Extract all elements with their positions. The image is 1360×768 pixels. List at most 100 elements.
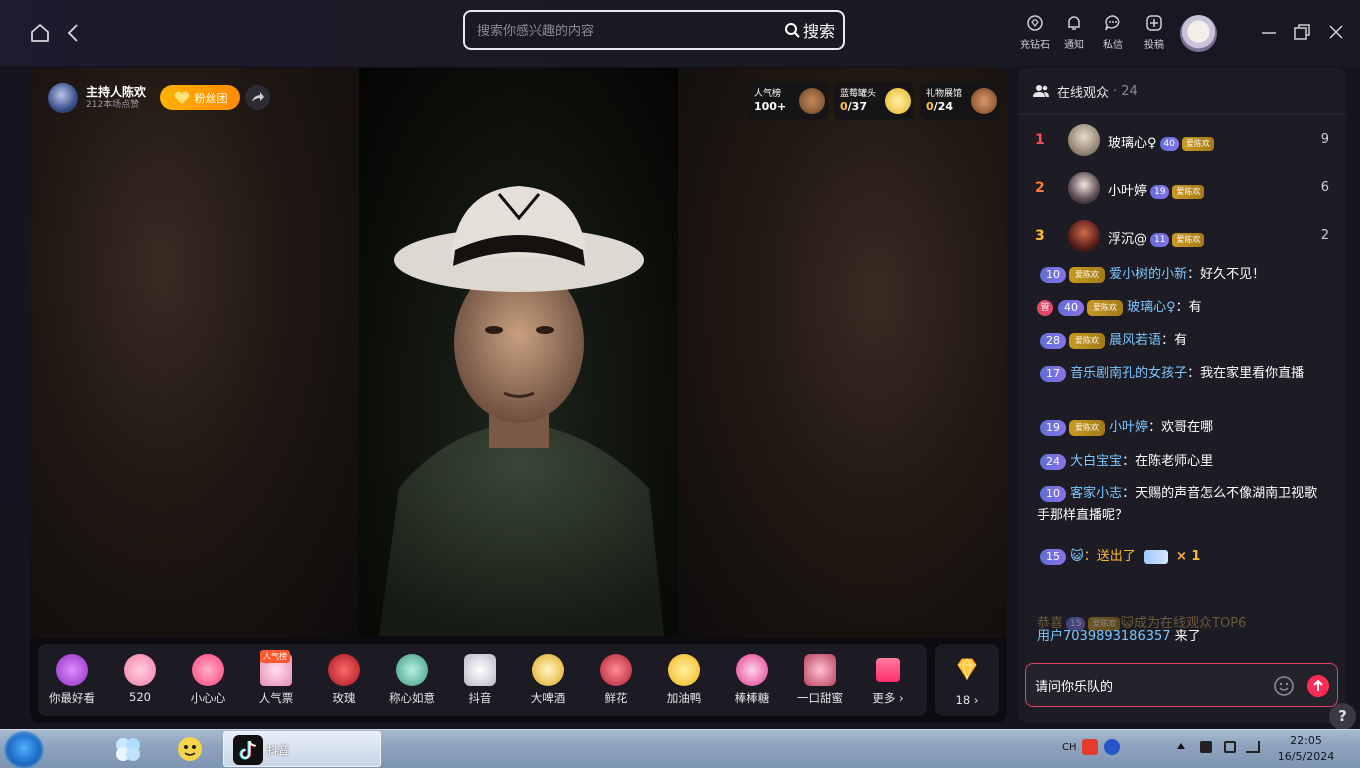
- home-icon[interactable]: [29, 22, 51, 44]
- restore-icon[interactable]: [1292, 22, 1312, 42]
- taskbar-app-cartoon[interactable]: [172, 733, 208, 765]
- taskbar-app-clover[interactable]: [110, 733, 146, 765]
- viewer-avatar[interactable]: [1068, 172, 1100, 204]
- badge-label: 礼物展馆: [926, 89, 963, 99]
- gift-item[interactable]: 玫瑰: [310, 644, 378, 716]
- chat-username[interactable]: 爱小树的小新: [1109, 267, 1187, 282]
- tray-expand-icon[interactable]: [1177, 743, 1185, 749]
- user-avatar[interactable]: [1180, 15, 1217, 52]
- send-button[interactable]: [1307, 675, 1329, 697]
- chat-input[interactable]: [1035, 675, 1265, 695]
- chat-gift-message[interactable]: 15 😺：送出了 × 1: [1037, 546, 1327, 568]
- pot-icon: [799, 88, 825, 114]
- viewer-row[interactable]: 3 浮沉@ 11 爱陈欢 2: [1018, 212, 1346, 260]
- nav-notify-label: 通知: [1064, 40, 1084, 51]
- chat-message[interactable]: 19 爱陈欢 小叶婷：欢哥在哪: [1037, 417, 1327, 439]
- nav-messages[interactable]: 私信: [1093, 14, 1133, 51]
- taskbar-app-douyin[interactable]: 抖音: [223, 731, 381, 767]
- gift-item[interactable]: 你最好看: [38, 644, 106, 716]
- network-icon[interactable]: [1246, 741, 1260, 753]
- search-input[interactable]: [477, 21, 757, 41]
- chat-message[interactable]: 10 客家小志：天赐的声音怎么不像湖南卫视歌手那样直播呢？: [1037, 483, 1327, 527]
- live-video[interactable]: [359, 68, 678, 636]
- host-likes: 212本场点赞: [86, 100, 140, 110]
- gift-name: 抖音: [468, 691, 492, 705]
- gift-item[interactable]: 称心如意: [378, 644, 446, 716]
- chat-username[interactable]: 客家小志: [1070, 486, 1122, 501]
- jar-icon: [885, 88, 911, 114]
- audience-header[interactable]: 在线观众 · 24: [1018, 68, 1346, 115]
- gift-item[interactable]: 大啤酒: [514, 644, 582, 716]
- blueberry-badge[interactable]: 蓝莓罐头 0/37: [834, 82, 914, 120]
- gift-item[interactable]: 小心心: [174, 644, 242, 716]
- popularity-rank-badge[interactable]: 人气榜 100+: [748, 82, 828, 120]
- minimize-icon[interactable]: [1259, 22, 1279, 42]
- help-tray-icon[interactable]: [1104, 739, 1120, 755]
- gift-heart-icon: [56, 654, 88, 686]
- nav-notify[interactable]: 通知: [1054, 14, 1094, 51]
- windows-taskbar: 抖音 CH 22:05 16/5/2024: [0, 729, 1360, 768]
- volume-icon[interactable]: [1200, 741, 1212, 753]
- viewer-avatar[interactable]: [1068, 220, 1100, 252]
- back-icon[interactable]: [63, 22, 85, 44]
- chat-username[interactable]: 大白宝宝: [1070, 454, 1122, 469]
- device-icon[interactable]: [1224, 741, 1236, 753]
- chat-message[interactable]: 10 爱陈欢 爱小树的小新：好久不见！: [1037, 264, 1327, 286]
- close-icon[interactable]: [1326, 22, 1346, 42]
- chat-username[interactable]: 玻璃心♀: [1127, 300, 1176, 315]
- viewer-row[interactable]: 2 小叶婷 19 爱陈欢 6: [1018, 164, 1346, 212]
- viewer-avatar[interactable]: [1068, 124, 1100, 156]
- badge-label: 人气榜: [754, 89, 782, 99]
- fan-club-label: 粉丝团: [194, 91, 228, 105]
- gift-name: 玫瑰: [332, 691, 356, 705]
- chat-message[interactable]: 17 音乐剧南孔的女孩子：我在家里看你直播: [1037, 363, 1327, 385]
- start-button[interactable]: [4, 731, 44, 768]
- gift-520-icon: [124, 654, 156, 686]
- language-indicator[interactable]: CH: [1062, 742, 1077, 753]
- diamond-count: 18 ›: [955, 693, 979, 707]
- help-button[interactable]: ?: [1329, 703, 1356, 730]
- admin-badge: 管: [1037, 299, 1053, 316]
- chat-username[interactable]: 😺: [1070, 549, 1084, 564]
- video-blur-right: [678, 68, 1007, 638]
- viewer-name-text: 玻璃心♀: [1108, 136, 1157, 151]
- gift-item[interactable]: 鲜花: [582, 644, 650, 716]
- nav-recharge[interactable]: 充钻石: [1015, 14, 1055, 51]
- chat-message[interactable]: 24 大白宝宝：在陈老师心里: [1037, 451, 1327, 473]
- streamer-figure: [379, 186, 664, 636]
- gift-item[interactable]: 人气榜 人气票: [242, 644, 310, 716]
- viewer-score: 9: [1320, 132, 1329, 147]
- badge-value: 0/37: [840, 100, 867, 113]
- nav-upload[interactable]: 投稿: [1134, 14, 1174, 51]
- gift-item[interactable]: 一口甜蜜: [786, 644, 854, 716]
- sogou-icon[interactable]: [1082, 739, 1098, 755]
- gift-item[interactable]: 棒棒糖: [718, 644, 786, 716]
- diamond-balance-button[interactable]: 18 ›: [935, 644, 999, 716]
- gift-item[interactable]: 520: [106, 644, 174, 716]
- chat-message[interactable]: 28 爱陈欢 晨风若语：有: [1037, 330, 1327, 352]
- viewer-score: 6: [1320, 180, 1329, 195]
- enter-username[interactable]: 用户7039893186357: [1037, 629, 1171, 644]
- emoji-icon[interactable]: [1273, 675, 1295, 697]
- clock[interactable]: 22:05 16/5/2024: [1271, 733, 1341, 765]
- share-button[interactable]: [245, 85, 270, 110]
- chat-message[interactable]: 管 40 爱陈欢 玻璃心♀：有: [1037, 297, 1327, 319]
- viewer-row[interactable]: 1 玻璃心♀ 40 爱陈欢 9: [1018, 116, 1346, 164]
- chat-username[interactable]: 小叶婷: [1109, 420, 1148, 435]
- search-button[interactable]: 搜索: [784, 19, 835, 41]
- gift-more-button[interactable]: 更多 ›: [854, 644, 922, 716]
- host-avatar[interactable]: [48, 83, 78, 113]
- fan-club-button[interactable]: 粉丝团: [160, 85, 240, 110]
- gift-ruyi-icon: [396, 654, 428, 686]
- gift-heart-icon: [192, 654, 224, 686]
- gift-item[interactable]: 加油鸭: [650, 644, 718, 716]
- host-info[interactable]: 主持人陈欢 212本场点赞: [48, 83, 146, 113]
- gift-item[interactable]: 抖音: [446, 644, 514, 716]
- audience-count: · 24: [1113, 83, 1138, 99]
- gift-hall-badge[interactable]: 礼物展馆 0/24: [920, 82, 1000, 120]
- chat-username[interactable]: 晨风若语: [1109, 333, 1161, 348]
- gift-count: × 1: [1176, 549, 1201, 564]
- gift-ticket-icon: [1143, 549, 1168, 564]
- chat-username[interactable]: 音乐剧南孔的女孩子: [1070, 366, 1187, 381]
- gift-name: 更多 ›: [872, 691, 904, 705]
